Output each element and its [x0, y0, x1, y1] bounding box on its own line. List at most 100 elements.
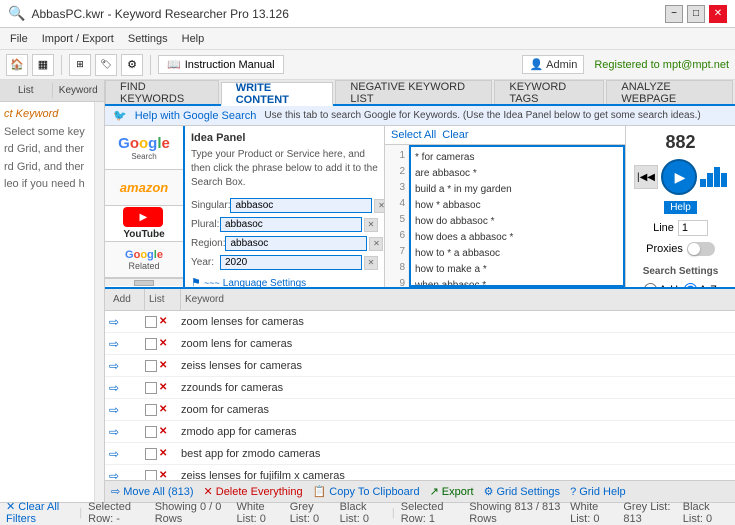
row-checkbox-4[interactable] — [145, 382, 157, 394]
delete-everything-button[interactable]: ✕ Delete Everything — [204, 485, 303, 498]
row-checkbox-8[interactable] — [145, 470, 157, 481]
table-row[interactable]: ⇨ ✕ zmodo app for cameras — [105, 421, 735, 443]
youtube-search-engine[interactable]: ▶ YouTube — [105, 206, 183, 242]
settings-icon[interactable]: ⚙ — [121, 54, 143, 76]
menu-file[interactable]: File — [4, 31, 34, 47]
table-row[interactable]: ⇨ ✕ zoom lens for cameras — [105, 333, 735, 355]
region-input-wrap: ✕ — [225, 236, 383, 251]
tab-analyze-webpage[interactable]: ANALYZE WEBPAGE — [606, 80, 733, 104]
row-arrow-7[interactable]: ⇨ — [109, 447, 119, 461]
google-related-engine[interactable]: Google Related — [105, 242, 183, 278]
proxies-toggle[interactable] — [687, 242, 715, 256]
plural-input[interactable] — [220, 217, 362, 232]
row-arrow-5[interactable]: ⇨ — [109, 403, 119, 417]
youtube-icon: ▶ — [123, 207, 163, 227]
row-checkbox-6[interactable] — [145, 426, 157, 438]
table-row[interactable]: ⇨ ✕ best app for zmodo cameras — [105, 443, 735, 465]
copy-to-clipboard-button[interactable]: 📋 Copy To Clipboard — [313, 485, 420, 498]
tab-find-keywords[interactable]: FIND KEYWORDS — [105, 80, 219, 104]
help-google-search-link[interactable]: Help with Google Search — [135, 110, 257, 122]
home-icon[interactable]: 🏠 — [6, 54, 28, 76]
admin-button[interactable]: 👤 Admin — [522, 55, 584, 74]
row-arrow-3[interactable]: ⇨ — [109, 359, 119, 373]
region-row: Region: ✕ — [191, 236, 378, 251]
scroll-handle[interactable] — [134, 280, 154, 286]
language-settings-link[interactable]: Language Settings — [223, 278, 306, 287]
row-checkbox-5[interactable] — [145, 404, 157, 416]
select-all-link[interactable]: Select All — [391, 129, 436, 141]
left-sidebar-header: List Keyword — [0, 80, 104, 102]
sidebar-scrollbar[interactable] — [94, 102, 104, 502]
plural-clear-btn[interactable]: ✕ — [364, 218, 378, 232]
help-description: Use this tab to search Google for Keywor… — [264, 110, 700, 121]
table-row[interactable]: ⇨ ✕ zzounds for cameras — [105, 377, 735, 399]
idea-panel: Idea Panel Type your Product or Service … — [185, 126, 385, 287]
year-input[interactable] — [220, 255, 362, 270]
cell-list-3: ✕ — [145, 360, 181, 372]
year-clear-btn[interactable]: ✕ — [364, 256, 378, 270]
row-arrow-6[interactable]: ⇨ — [109, 425, 119, 439]
row-checkbox-1[interactable] — [145, 316, 157, 328]
grid-help-button[interactable]: ? Grid Help — [570, 486, 626, 498]
row-arrow-1[interactable]: ⇨ — [109, 315, 119, 329]
line-num-4: 4 — [385, 195, 408, 211]
scroll-handle-area[interactable] — [105, 278, 183, 286]
grid-settings-button[interactable]: ⚙ Grid Settings — [484, 485, 560, 498]
grid-icon[interactable]: ▦ — [32, 54, 54, 76]
row-delete-8[interactable]: ✕ — [159, 470, 167, 480]
row-arrow-2[interactable]: ⇨ — [109, 337, 119, 351]
play-button[interactable]: ▶ — [661, 159, 697, 195]
row-delete-7[interactable]: ✕ — [159, 448, 167, 459]
row-arrow-8[interactable]: ⇨ — [109, 469, 119, 481]
maximize-button[interactable]: □ — [687, 5, 705, 23]
region-clear-btn[interactable]: ✕ — [369, 237, 383, 251]
table-row[interactable]: ⇨ ✕ zeiss lenses for cameras — [105, 355, 735, 377]
kw-line-1: * for cameras — [415, 149, 619, 165]
help-badge[interactable]: Help — [664, 201, 697, 214]
table-row[interactable]: ⇨ ✕ zoom lenses for cameras — [105, 311, 735, 333]
singular-clear-btn[interactable]: ✕ — [374, 199, 385, 213]
table-icon[interactable]: ⊞ — [69, 54, 91, 76]
status-bar: ✕ Clear All Filters | Selected Row: - Sh… — [0, 502, 735, 522]
tab-negative-keyword[interactable]: NEGATIVE KEYWORD LIST — [335, 80, 492, 104]
clear-link[interactable]: Clear — [442, 129, 468, 141]
amazon-search-engine[interactable]: amazon — [105, 170, 183, 206]
region-input[interactable] — [225, 236, 367, 251]
google-related-logo: Google — [125, 249, 163, 261]
tag-icon[interactable]: 🏷 — [95, 54, 117, 76]
copy-clipboard-label: Copy To Clipboard — [329, 486, 419, 498]
table-header: Add List Keyword — [105, 289, 735, 311]
google-related-label: Related — [128, 261, 159, 271]
keyword-textarea[interactable]: * for cameras are abbasoc * build a * in… — [409, 145, 625, 287]
tab-keyword-tags[interactable]: KEYWORD TAGS — [494, 80, 604, 104]
row-delete-4[interactable]: ✕ — [159, 382, 167, 393]
row-checkbox-3[interactable] — [145, 360, 157, 372]
tab-write-content[interactable]: WRITE CONTENT — [221, 82, 334, 106]
row-arrow-4[interactable]: ⇨ — [109, 381, 119, 395]
instruction-manual-button[interactable]: 📖 Instruction Manual — [158, 55, 284, 74]
table-row[interactable]: ⇨ ✕ zeiss lenses for fujifilm x cameras — [105, 465, 735, 480]
minimize-button[interactable]: − — [665, 5, 683, 23]
move-all-button[interactable]: ⇨ Move All (813) — [111, 485, 194, 498]
year-input-wrap: ✕ — [220, 255, 378, 270]
clear-all-filters-btn[interactable]: ✕ Clear All Filters — [6, 500, 73, 525]
menu-import-export[interactable]: Import / Export — [36, 31, 120, 47]
row-delete-2[interactable]: ✕ — [159, 338, 167, 349]
bar-1 — [700, 179, 706, 187]
menu-settings[interactable]: Settings — [122, 31, 174, 47]
export-button[interactable]: ↗ Export — [430, 485, 474, 498]
row-delete-1[interactable]: ✕ — [159, 316, 167, 327]
singular-input[interactable] — [230, 198, 372, 213]
menu-help[interactable]: Help — [176, 31, 211, 47]
skip-back-button[interactable]: |◀◀ — [634, 165, 658, 189]
bottom-toolbar: ⇨ Move All (813) ✕ Delete Everything 📋 C… — [105, 480, 735, 502]
row-checkbox-2[interactable] — [145, 338, 157, 350]
table-row[interactable]: ⇨ ✕ zoom for cameras — [105, 399, 735, 421]
close-button[interactable]: ✕ — [709, 5, 727, 23]
row-checkbox-7[interactable] — [145, 448, 157, 460]
line-number-input[interactable] — [678, 220, 708, 236]
row-delete-3[interactable]: ✕ — [159, 360, 167, 371]
row-delete-5[interactable]: ✕ — [159, 404, 167, 415]
row-delete-6[interactable]: ✕ — [159, 426, 167, 437]
google-search-engine[interactable]: Google Search — [105, 126, 183, 170]
